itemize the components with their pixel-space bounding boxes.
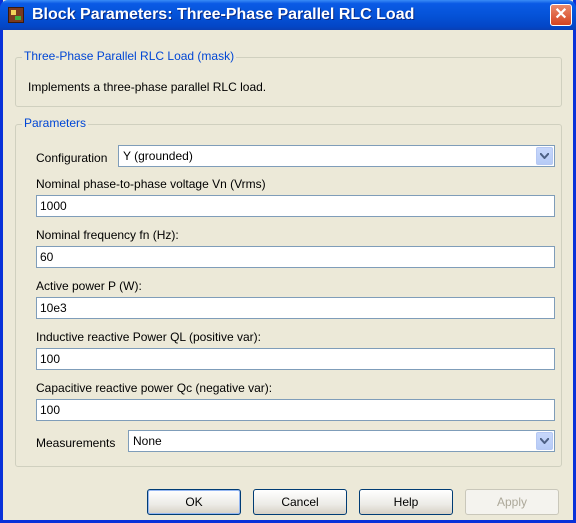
active-power-input[interactable]	[36, 297, 555, 319]
block-parameters-dialog: Block Parameters: Three-Phase Parallel R…	[0, 0, 576, 523]
measurements-value: None	[133, 434, 162, 448]
close-button[interactable]: ✕	[550, 4, 572, 26]
capacitive-power-label: Capacitive reactive power Qc (negative v…	[36, 381, 273, 395]
close-icon: ✕	[554, 6, 568, 23]
voltage-label: Nominal phase-to-phase voltage Vn (Vrms)	[36, 177, 266, 191]
measurements-label: Measurements	[36, 436, 116, 450]
window-title: Block Parameters: Three-Phase Parallel R…	[32, 6, 415, 23]
configuration-value: Y (grounded)	[123, 149, 193, 163]
frequency-input[interactable]	[36, 246, 555, 268]
parameters-legend: Parameters	[22, 116, 89, 130]
apply-button[interactable]: Apply	[465, 489, 559, 515]
active-power-label: Active power P (W):	[36, 279, 142, 293]
inductive-power-input[interactable]	[36, 348, 555, 370]
capacitive-power-input[interactable]	[36, 399, 555, 421]
measurements-select[interactable]: None	[128, 430, 555, 452]
chevron-down-icon[interactable]	[536, 147, 553, 165]
help-button[interactable]: Help	[359, 489, 453, 515]
simulink-app-icon	[8, 7, 24, 23]
chevron-down-icon[interactable]	[536, 432, 553, 450]
configuration-select[interactable]: Y (grounded)	[118, 145, 555, 167]
mask-group: Three-Phase Parallel RLC Load (mask) Imp…	[15, 49, 562, 107]
ok-button[interactable]: OK	[147, 489, 241, 515]
frequency-label: Nominal frequency fn (Hz):	[36, 228, 179, 242]
voltage-input[interactable]	[36, 195, 555, 217]
title-bar[interactable]: Block Parameters: Three-Phase Parallel R…	[0, 0, 576, 30]
configuration-label: Configuration	[36, 151, 108, 165]
cancel-button[interactable]: Cancel	[253, 489, 347, 515]
mask-description: Implements a three-phase parallel RLC lo…	[28, 80, 267, 94]
inductive-power-label: Inductive reactive Power QL (positive va…	[36, 330, 261, 344]
mask-legend: Three-Phase Parallel RLC Load (mask)	[22, 49, 237, 63]
